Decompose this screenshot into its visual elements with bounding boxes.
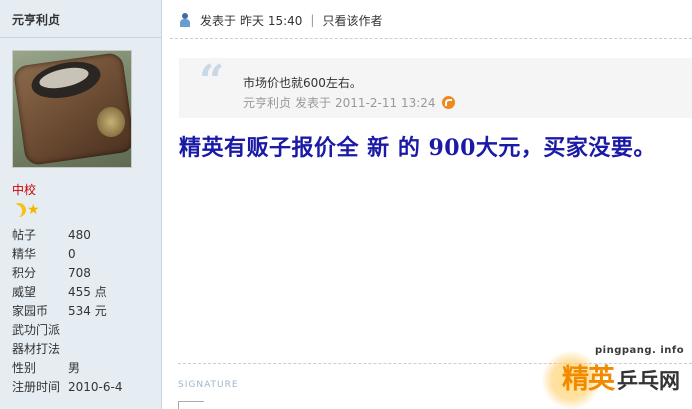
stat-points: 积分 708 [12, 266, 91, 280]
author-bar: 元亨利贞 [0, 0, 161, 38]
stat-school: 武功门派 [12, 323, 61, 337]
header-divider [170, 38, 692, 39]
only-author-link[interactable]: 只看该作者 [322, 12, 382, 29]
signature-label: SIGNATURE [178, 380, 239, 390]
rank-stars: ★ [12, 203, 40, 217]
avatar[interactable] [12, 50, 132, 168]
stat-digest: 精华 0 [12, 247, 76, 261]
watermark-url: pingpang. info [595, 345, 685, 356]
quote-block: “ 市场价也就600左右。 元亨利贞 发表于 2011-2-11 13:24 [179, 58, 692, 118]
jump-to-post-icon[interactable] [441, 96, 455, 109]
watermark: pingpang. info 精英 乒乓网 [540, 345, 692, 409]
header-separator: | [310, 13, 315, 27]
quote-meta: 元亨利贞 发表于 2011-2-11 13:24 [243, 94, 455, 111]
stat-gender: 性别男 [12, 361, 81, 375]
posted-label: 发表于 [200, 13, 237, 28]
post-header: 发表于 昨天 15:40 | 只看该作者 [178, 11, 382, 29]
signature-box [178, 401, 204, 409]
user-rank: 中校 [12, 183, 37, 197]
stat-equipment: 器材打法 [12, 342, 61, 356]
stat-posts: 帖子 480 [12, 228, 91, 242]
quote-author: 元亨利贞 [243, 96, 292, 110]
avatar-coin [97, 107, 125, 137]
stat-prestige: 威望 455 点 [12, 285, 107, 299]
moon-icon [9, 200, 28, 219]
star-icon: ★ [27, 202, 40, 218]
user-stats: 帖子 480 精华 0 积分 708 威望 455 点 家园币 534 元 武功门派 器材… [12, 226, 152, 397]
post-body-text: 精英有贩子报价全 新 的 900大元，买家没要。 [179, 135, 656, 161]
online-user-icon [178, 13, 192, 27]
watermark-brand-orange: 精英 [562, 364, 615, 395]
watermark-brand-dark: 乒乓网 [617, 369, 680, 393]
quote-posted-label: 发表于 [295, 96, 332, 110]
quote-text: 市场价也就600左右。 [243, 76, 362, 90]
stat-register-date: 注册时间 2010-6-4 [12, 380, 123, 394]
stat-coins: 家园币 534 元 [12, 304, 107, 318]
quote-mark-icon: “ [199, 56, 225, 107]
author-name-link[interactable]: 元亨利贞 [12, 13, 60, 27]
posted-time: 昨天 15:40 [240, 13, 303, 28]
quote-time: 2011-2-11 13:24 [335, 95, 436, 110]
